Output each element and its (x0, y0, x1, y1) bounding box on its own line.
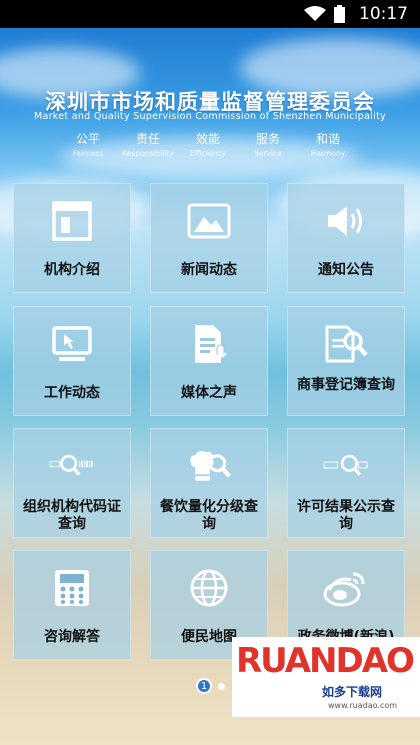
chef-search-icon (186, 443, 232, 489)
watermark-url: www.ruadao.com (328, 701, 398, 710)
page-dot-current[interactable]: 1 (196, 678, 212, 694)
wifi-icon (304, 6, 326, 22)
tile-label: 咨询解答 (44, 629, 100, 645)
status-bar: 10:17 (0, 0, 420, 28)
tile-label: 组织机构代码证查询 (23, 499, 121, 532)
site-watermark: RUANDAO 如多下载网 www.ruadao.com (232, 637, 420, 717)
tile-catering-rating-query[interactable]: 餐饮量化分级查询 (150, 428, 268, 538)
value-service: 服务 Service (254, 132, 282, 158)
tile-label: 工作动态 (44, 385, 100, 401)
tile-news[interactable]: 新闻动态 (150, 183, 268, 293)
globe-icon (186, 565, 232, 611)
watermark-brand: RUANDAO (236, 641, 415, 681)
tile-label: 机构介绍 (44, 262, 100, 278)
phone-icon (49, 565, 95, 611)
core-values: 公平 Fairness 责任 Responsibility 效能 Efficie… (58, 130, 358, 158)
page-subtitle: Market and Quality Supervision Commissio… (33, 111, 387, 122)
clock: 10:17 (359, 4, 408, 24)
value-harmony: 和谐 Harmony (310, 132, 346, 158)
watermark-sub: 如多下载网 (322, 685, 383, 699)
tile-media-voice[interactable]: 媒体之声 (150, 306, 268, 416)
value-efficiency: 效能 Efficiency (189, 132, 227, 158)
tile-agency-intro[interactable]: 机构介绍 (13, 183, 131, 293)
tile-label: 通知公告 (318, 262, 374, 278)
code-search-icon (49, 443, 95, 489)
layout-icon (49, 198, 95, 244)
tile-label: 餐饮量化分级查询 (160, 499, 258, 532)
monitor-icon (49, 321, 95, 367)
image-icon (186, 198, 232, 244)
document-search-icon (323, 321, 369, 367)
document-mic-icon (186, 321, 232, 367)
page-dot[interactable] (218, 682, 225, 690)
battery-icon (334, 5, 345, 23)
tile-label: 商事登记簿查询 (297, 377, 395, 393)
tile-consultation[interactable]: 咨询解答 (13, 550, 131, 660)
value-fairness: 公平 Fairness (72, 132, 104, 158)
tile-business-registry[interactable]: 商事登记簿查询 (287, 306, 405, 416)
page-indicator: 1 (196, 678, 225, 694)
value-responsibility: 责任 Responsibility (122, 132, 174, 158)
tile-label: 媒体之声 (181, 385, 237, 401)
tile-notices[interactable]: 通知公告 (287, 183, 405, 293)
license-search-icon (323, 443, 369, 489)
tile-work-updates[interactable]: 工作动态 (13, 306, 131, 416)
tile-label: 许可结果公示查询 (297, 499, 395, 532)
tile-label: 新闻动态 (181, 262, 237, 278)
speaker-icon (323, 198, 369, 244)
weibo-icon (323, 565, 369, 611)
tile-license-results-query[interactable]: 许可结果公示查询 (287, 428, 405, 538)
header: 深圳市市场和质量监督管理委员会 Market and Quality Super… (0, 28, 420, 178)
tile-org-code-query[interactable]: 组织机构代码证查询 (13, 428, 131, 538)
